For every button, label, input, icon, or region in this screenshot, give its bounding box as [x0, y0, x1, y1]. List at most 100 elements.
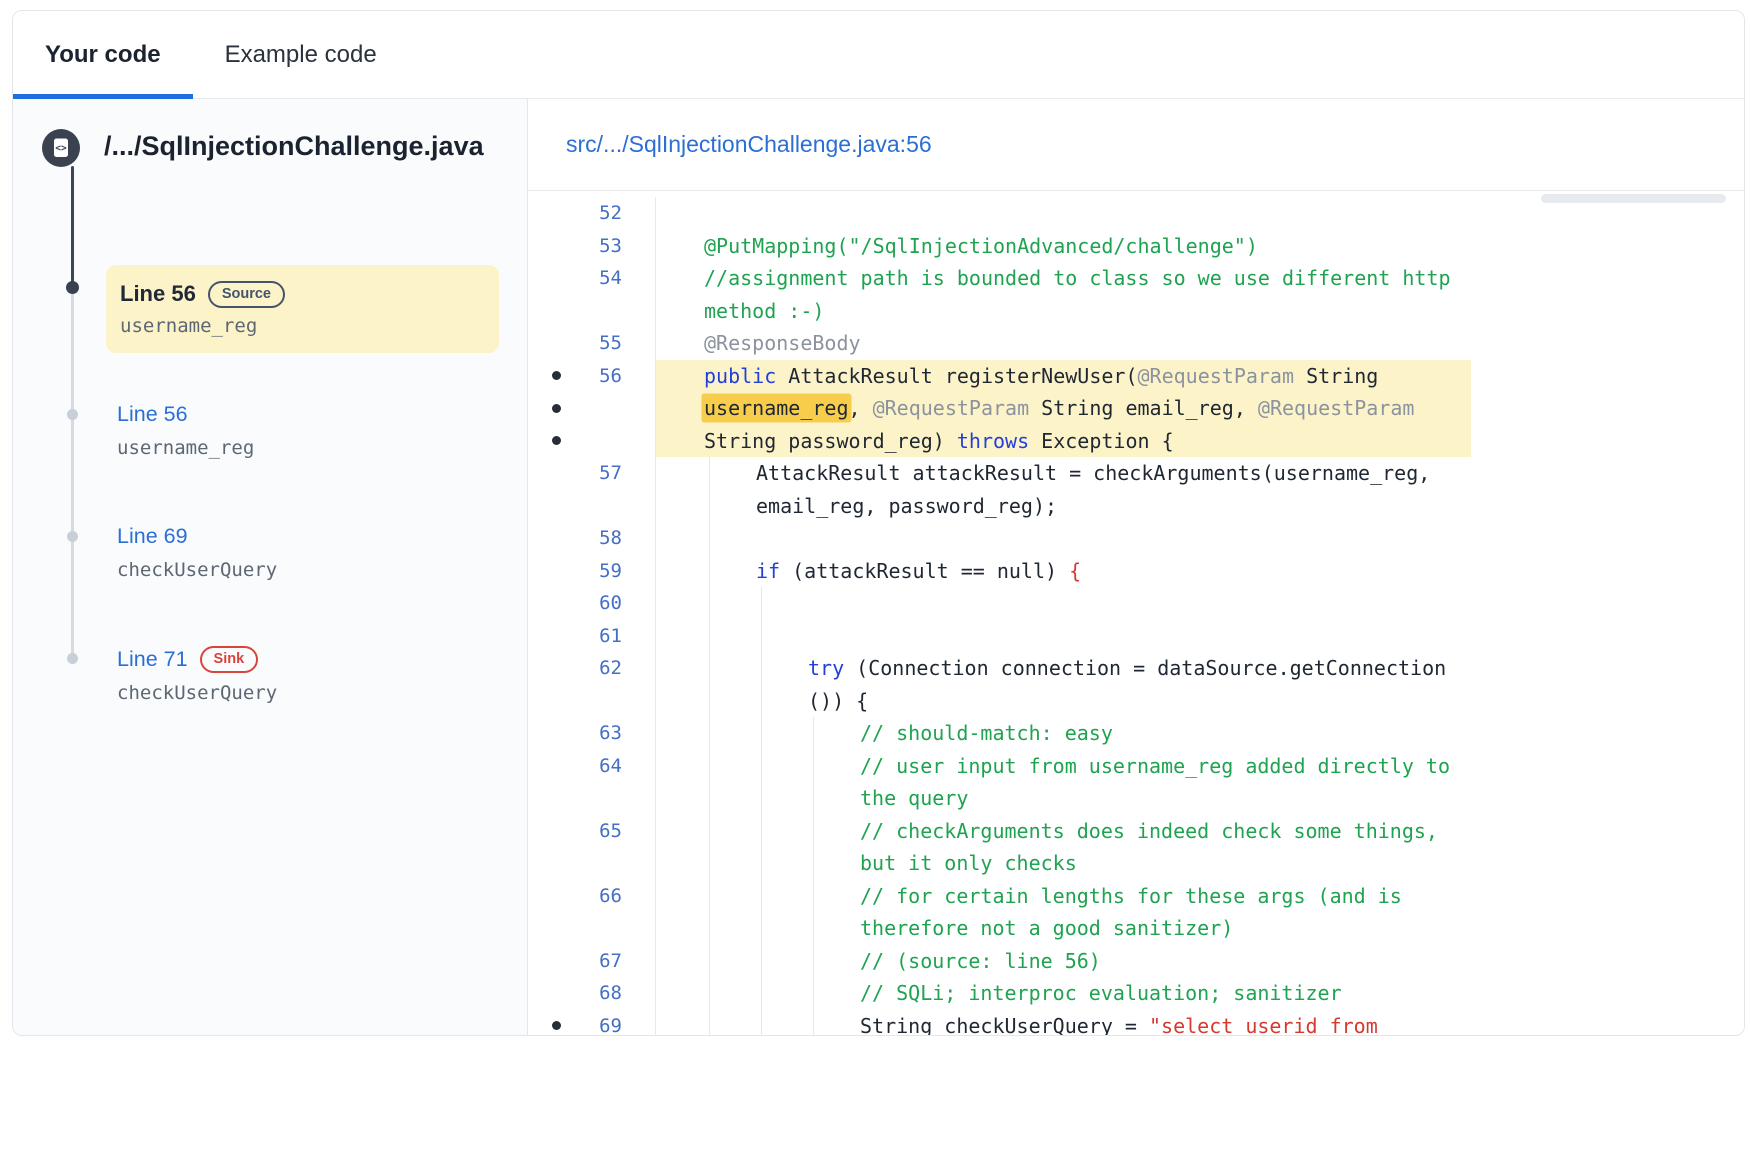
code-line[interactable]: 55@ResponseBody [528, 327, 1744, 360]
code-line[interactable]: 56public AttackResult registerNewUser(@R… [528, 360, 1744, 458]
dataflow-step[interactable]: Line 56Sourceusername_reg [106, 265, 499, 353]
indent-guide [761, 717, 762, 750]
indent-guide [709, 587, 710, 620]
code-text [656, 620, 1471, 653]
step-symbol: username_reg [117, 437, 254, 459]
indent-guide [813, 1010, 814, 1037]
indent-guide [813, 750, 814, 815]
code-line[interactable]: 60 [528, 587, 1744, 620]
tab-example-code[interactable]: Example code [193, 11, 409, 98]
indent-guide [709, 555, 710, 588]
code-line[interactable]: 69 String checkUserQuery = "select userid… [528, 1010, 1744, 1037]
code-text: // SQLi; interproc evaluation; sanitizer [656, 977, 1471, 1010]
code-line[interactable]: 63// should-match: easy [528, 717, 1744, 750]
indent-guide [761, 750, 762, 815]
indent-guide [709, 457, 710, 522]
dataflow-step[interactable]: Line 69 checkUserQuery [117, 521, 277, 581]
code-text: // (source: line 56) [656, 945, 1471, 978]
dataflow-step[interactable]: Line 56 username_reg [117, 399, 254, 459]
file-code-icon: <> [42, 129, 80, 167]
timeline-dot-4 [67, 653, 78, 664]
indent-guide [709, 880, 710, 945]
line-number: 68 [599, 977, 622, 1010]
code-line[interactable]: 65// checkArguments does indeed check so… [528, 815, 1744, 880]
flow-marker-dot [552, 404, 561, 413]
line-gutter: 65 [528, 815, 656, 880]
line-number: 54 [599, 262, 622, 295]
indent-guide [813, 880, 814, 945]
line-number: 69 [599, 1010, 622, 1037]
indent-guide [761, 977, 762, 1010]
indent-guide [761, 652, 762, 717]
indent-guide [761, 815, 762, 880]
code-text: // checkArguments does indeed check some… [656, 815, 1471, 880]
indent-guide [761, 1010, 762, 1037]
step-line-label: Line 56 [117, 402, 188, 426]
flow-marker-dot [552, 1021, 561, 1030]
step-symbol: checkUserQuery [117, 559, 277, 581]
timeline-line-upper [71, 166, 74, 288]
code-viewer-card: Your code Example code <> /.../SqlInject… [12, 10, 1745, 1036]
step-symbol: checkUserQuery [117, 682, 277, 704]
line-gutter: 56 [528, 360, 656, 458]
indent-guide [761, 587, 762, 620]
line-number: 55 [599, 327, 622, 360]
line-number: 62 [599, 652, 622, 685]
line-number: 59 [599, 555, 622, 588]
step-head: Line 69 [117, 521, 277, 551]
indent-guide [709, 620, 710, 653]
code-text: // should-match: easy [656, 717, 1471, 750]
code-panel-header: src/.../SqlInjectionChallenge.java:56 [528, 99, 1744, 191]
code-line[interactable]: 64 // user input from username_reg added … [528, 750, 1744, 815]
code-text: try (Connection connection = dataSource.… [656, 652, 1471, 717]
timeline-dot-1 [66, 281, 79, 294]
line-number: 52 [599, 197, 622, 230]
scrollbar-thumb[interactable] [1541, 194, 1726, 203]
indent-guide [709, 945, 710, 978]
code-text: AttackResult attackResult = checkArgumen… [656, 457, 1471, 522]
code-lines: 5253 @PutMapping("/SqlInjectionAdvanced/c… [528, 191, 1744, 1036]
code-line[interactable]: 62 try (Connection connection = dataSourc… [528, 652, 1744, 717]
line-number: 53 [599, 230, 622, 263]
code-line[interactable]: 57AttackResult attackResult = checkArgum… [528, 457, 1744, 522]
indent-guide [813, 977, 814, 1010]
indent-guide [709, 652, 710, 717]
indent-guide [813, 717, 814, 750]
file-location-link[interactable]: src/.../SqlInjectionChallenge.java:56 [566, 131, 932, 158]
svg-text:<>: <> [55, 143, 67, 154]
line-gutter: 54 [528, 262, 656, 327]
code-line[interactable]: 58 [528, 522, 1744, 555]
code-line[interactable]: 68 // SQLi; interproc evaluation; sanitiz… [528, 977, 1744, 1010]
indent-guide [813, 945, 814, 978]
step-head: Line 56 Source [120, 279, 485, 309]
code-text: // user input from username_reg added di… [656, 750, 1471, 815]
code-line[interactable]: 66// for certain lengths for these args … [528, 880, 1744, 945]
indent-guide [709, 977, 710, 1010]
line-gutter: 62 [528, 652, 656, 717]
code-line[interactable]: 59if (attackResult == null) { [528, 555, 1744, 588]
step-head: Line 56 [117, 399, 254, 429]
code-line[interactable]: 54//assignment path is bounded to class … [528, 262, 1744, 327]
line-gutter: 60 [528, 587, 656, 620]
line-gutter: 68 [528, 977, 656, 1010]
source-badge: Source [208, 281, 285, 308]
tab-bar: Your code Example code [13, 11, 1744, 99]
timeline-dot-2 [67, 409, 78, 420]
code-line[interactable]: 61 [528, 620, 1744, 653]
flow-marker-dot [552, 371, 561, 380]
dataflow-step[interactable]: Line 71SinkcheckUserQuery [117, 644, 277, 704]
line-gutter: 69 [528, 1010, 656, 1037]
flow-marker-dot [552, 436, 561, 445]
code-line[interactable]: 67// (source: line 56) [528, 945, 1744, 978]
sink-badge: Sink [200, 646, 259, 673]
code-text: @PutMapping("/SqlInjectionAdvanced/chall… [656, 230, 1471, 263]
line-gutter: 52 [528, 197, 656, 230]
code-text [656, 587, 1471, 620]
line-gutter: 59 [528, 555, 656, 588]
line-number: 64 [599, 750, 622, 783]
code-line[interactable]: 53 @PutMapping("/SqlInjectionAdvanced/cha… [528, 230, 1744, 263]
step-line-label: Line 56 [120, 281, 196, 306]
tab-your-code[interactable]: Your code [13, 11, 193, 98]
line-number: 60 [599, 587, 622, 620]
code-text: String checkUserQuery = "select userid f… [656, 1010, 1471, 1037]
